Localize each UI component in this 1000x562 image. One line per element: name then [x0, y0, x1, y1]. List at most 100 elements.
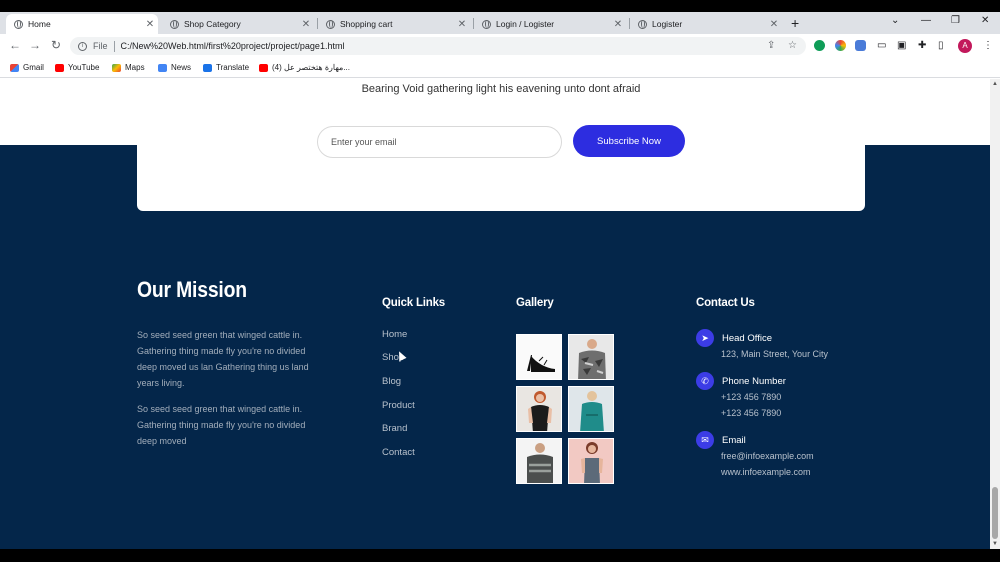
bookmark-label: Translate	[216, 63, 250, 72]
subscribe-button[interactable]: Subscribe Now	[573, 125, 685, 157]
tab-title: Shop Category	[184, 19, 241, 29]
bookmark-translate[interactable]: Translate	[203, 63, 249, 72]
tab-home[interactable]: Home ✕	[6, 14, 158, 34]
restore-button[interactable]: ❐	[951, 15, 960, 26]
back-arrow-icon[interactable]: ←	[9, 38, 21, 52]
website-address: www.infoexample.com	[721, 467, 811, 477]
info-icon[interactable]: i	[78, 41, 87, 51]
bookmarks-bar: Gmail YouTube Maps News Translate (4) مه…	[0, 58, 1000, 78]
gallery-image-tank-top[interactable]	[568, 438, 614, 484]
bookmark-label: Maps	[125, 63, 145, 72]
close-icon[interactable]: ✕	[612, 19, 624, 30]
contact-title: Contact Us	[696, 297, 755, 309]
subscribe-card: Bearing Void gathering light his eavenin…	[137, 79, 865, 211]
globe-icon	[638, 19, 647, 29]
globe-icon	[482, 19, 491, 29]
footer-link-home[interactable]: Home	[382, 329, 407, 340]
phone-number: +123 456 7890	[721, 392, 782, 402]
close-icon[interactable]: ✕	[456, 19, 468, 30]
reader-extension-icon[interactable]: ▭	[877, 40, 886, 51]
scroll-down-arrow-icon[interactable]: ▼	[992, 541, 998, 547]
globe-icon	[14, 19, 23, 29]
tab-logister[interactable]: Logister ✕	[630, 14, 782, 34]
tab-strip: Home ✕ Shop Category ✕ Shopping cart ✕ L…	[0, 12, 1000, 34]
phone-heading: Phone Number	[722, 376, 786, 387]
puzzle-icon[interactable]: ✚	[918, 40, 926, 51]
mission-paragraph: So seed seed green that winged cattle in…	[137, 330, 309, 388]
phone-number: +123 456 7890	[721, 408, 782, 418]
quick-links-title: Quick Links	[382, 297, 445, 309]
cube-extension-icon[interactable]	[855, 40, 866, 51]
gallery-image-black-top[interactable]	[516, 386, 562, 432]
tab-title: Home	[28, 19, 51, 29]
scrollbar-thumb[interactable]	[992, 487, 998, 539]
head-office-heading: Head Office	[722, 333, 772, 344]
bookmark-maps[interactable]: Maps	[112, 63, 145, 72]
browser-window: Home ✕ Shop Category ✕ Shopping cart ✕ L…	[0, 12, 1000, 549]
avatar[interactable]: A	[958, 39, 972, 53]
gallery-image-teal-dress[interactable]	[568, 386, 614, 432]
phone-icon: ✆	[696, 372, 714, 390]
scheme-label: File	[93, 41, 108, 51]
bookmark-star-icon[interactable]: ☆	[788, 40, 797, 51]
color-extension-icon[interactable]	[835, 40, 846, 51]
globe-icon	[326, 19, 335, 29]
maps-pin-icon	[112, 63, 121, 72]
menu-dots-icon[interactable]: ⋮	[983, 40, 993, 51]
share-icon[interactable]: ⇪	[767, 40, 775, 51]
youtube-icon	[259, 63, 268, 72]
gallery-image-camo-shirt[interactable]	[568, 334, 614, 380]
tab-title: Login / Logister	[496, 19, 555, 29]
forward-arrow-icon[interactable]: →	[29, 38, 41, 52]
head-office-address: 123, Main Street, Your City	[721, 349, 829, 359]
scrollbar[interactable]	[990, 79, 1000, 549]
gallery-image-shoe[interactable]	[516, 334, 562, 380]
side-panel-icon[interactable]: ▯	[938, 40, 944, 51]
bookmark-video[interactable]: (4) مهارة هتختصر عل...	[259, 63, 350, 72]
page-viewport: Bearing Void gathering light his eavenin…	[0, 79, 990, 549]
translate-icon	[203, 63, 212, 72]
tab-search-icon[interactable]: ⌄	[891, 15, 899, 26]
bookmark-label: (4) مهارة هتختصر عل...	[272, 63, 350, 72]
close-icon[interactable]: ✕	[768, 19, 780, 30]
minimize-button[interactable]: —	[921, 15, 931, 26]
location-arrow-icon: ➤	[696, 329, 714, 347]
subscribe-tagline: Bearing Void gathering light his eavenin…	[361, 83, 641, 95]
globe-icon	[170, 19, 179, 29]
tab-title: Logister	[652, 19, 683, 29]
address-bar[interactable]: i File C:/New%20Web.html/first%20project…	[70, 37, 806, 55]
gallery-image-grey-shirt[interactable]	[516, 438, 562, 484]
footer-link-brand[interactable]: Brand	[382, 423, 407, 434]
new-tab-button[interactable]: +	[791, 15, 799, 31]
youtube-icon	[55, 63, 64, 72]
bookmark-label: YouTube	[68, 63, 100, 72]
window-close-button[interactable]: ✕	[981, 15, 989, 26]
close-icon[interactable]: ✕	[300, 19, 312, 30]
divider	[113, 40, 115, 52]
close-icon[interactable]: ✕	[144, 19, 156, 30]
tab-shop-category[interactable]: Shop Category ✕	[162, 14, 314, 34]
bookmark-youtube[interactable]: YouTube	[55, 63, 99, 72]
email-address: free@infoexample.com	[721, 451, 814, 461]
tab-title: Shopping cart	[340, 19, 393, 29]
email-field[interactable]	[317, 126, 562, 158]
media-extension-icon[interactable]: ▣	[897, 40, 906, 51]
envelope-icon: ✉	[696, 431, 714, 449]
gallery-title: Gallery	[516, 297, 554, 309]
mission-title: Our Mission	[137, 277, 247, 302]
footer-link-blog[interactable]: Blog	[382, 376, 401, 387]
footer-link-product[interactable]: Product	[382, 400, 415, 411]
tab-login[interactable]: Login / Logister ✕	[474, 14, 626, 34]
email-heading: Email	[722, 435, 746, 446]
bookmark-news[interactable]: News	[158, 63, 191, 72]
tab-shopping-cart[interactable]: Shopping cart ✕	[318, 14, 470, 34]
reload-icon[interactable]: ↻	[51, 38, 61, 52]
footer-link-contact[interactable]: Contact	[382, 447, 415, 458]
bookmark-gmail[interactable]: Gmail	[10, 63, 44, 72]
grammarly-extension-icon[interactable]	[814, 40, 825, 51]
scroll-up-arrow-icon[interactable]: ▲	[992, 81, 998, 87]
news-icon	[158, 63, 167, 72]
bookmark-label: News	[171, 63, 192, 72]
toolbar: ← → ↻ i File C:/New%20Web.html/first%20p…	[0, 34, 1000, 58]
bookmark-label: Gmail	[23, 63, 44, 72]
